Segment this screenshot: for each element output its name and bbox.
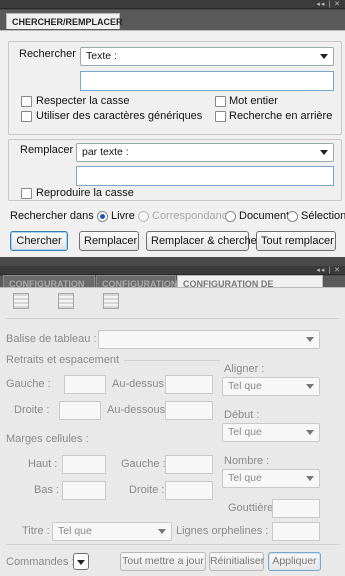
table-icon[interactable] (13, 293, 29, 309)
whole-word-label: Mot entier (229, 95, 278, 107)
chevron-down-icon (320, 150, 328, 155)
table-column-icon[interactable] (103, 293, 119, 309)
above-input[interactable] (165, 375, 213, 394)
table-config-panel: Balise de tableau : Retraits et espaceme… (0, 287, 345, 576)
scope-label: Rechercher dans : (10, 210, 100, 222)
below-input[interactable] (165, 401, 213, 420)
title-label: Titre : (22, 525, 50, 537)
divider (6, 318, 339, 319)
below-label: Au-dessous : (107, 404, 172, 416)
divider (6, 544, 339, 545)
replace-input[interactable] (76, 166, 334, 186)
above-label: Au-dessus : (112, 378, 171, 390)
scope-selection-radio[interactable] (287, 211, 298, 222)
chevron-down-icon (77, 560, 85, 565)
scope-book-label: Livre (111, 210, 135, 222)
keep-case-label: Reproduire la casse (36, 187, 134, 199)
cell-right-label: Droite : (129, 484, 165, 496)
tab-row: CHERCHER/REMPLACER (0, 10, 345, 31)
find-replace-panel: Rechercher Texte : Respecter la casse Mo… (0, 30, 345, 257)
replace-mode-select[interactable]: par texte : (76, 143, 334, 162)
reset-button[interactable]: Réinitialiser (209, 552, 264, 571)
right-label: Droite : (14, 404, 50, 416)
gutter-input[interactable] (272, 499, 320, 518)
cell-left-input[interactable] (165, 455, 213, 474)
cell-left-label: Gauche : (121, 458, 166, 470)
match-case-label: Respecter la casse (36, 95, 130, 107)
find-input[interactable] (80, 71, 334, 91)
table-tag-select[interactable] (98, 330, 320, 349)
find-label: Rechercher (19, 48, 76, 60)
cell-margins-header: Marges cellules : (6, 433, 89, 445)
chevron-down-icon (306, 384, 314, 389)
start-select[interactable]: Tel que (222, 423, 320, 442)
top-label: Haut : (28, 458, 58, 470)
chevron-down-icon (306, 337, 314, 342)
search-backward-label: Recherche en arrière (229, 110, 333, 122)
number-label: Nombre : (224, 455, 270, 467)
replace-button[interactable]: Remplacer (79, 231, 139, 251)
start-value: Tel que (228, 426, 262, 438)
panel-titlebar[interactable]: ◂◂ | ✕ (0, 0, 345, 9)
scope-correspondence-radio[interactable] (138, 211, 149, 222)
update-all-button[interactable]: Tout mettre a jour (120, 552, 206, 571)
wildcards-label: Utiliser des caractères génériques (36, 110, 203, 122)
table-row-icon[interactable] (58, 293, 74, 309)
chevron-down-icon (320, 54, 328, 59)
indent-spacing-header: Retraits et espacement (6, 354, 120, 366)
title-select[interactable]: Tel que (52, 522, 172, 541)
wildcards-checkbox[interactable] (21, 111, 32, 122)
start-label: Début : (224, 409, 260, 421)
align-value: Tel que (228, 380, 262, 392)
orphans-label: Lignes orphelines : (176, 525, 269, 537)
table-tag-label: Balise de tableau : (6, 333, 97, 345)
chevron-down-icon (306, 430, 314, 435)
find-mode-select[interactable]: Texte : (80, 47, 334, 66)
chevron-down-icon (158, 529, 166, 534)
scope-selection-label: Sélection (301, 210, 345, 222)
commands-label: Commandes : (6, 556, 75, 568)
replace-label: Remplacer (20, 144, 74, 156)
number-select[interactable]: Tel que (222, 469, 320, 488)
align-select[interactable]: Tel que (222, 377, 320, 396)
replace-mode-value: par texte : (82, 146, 129, 158)
top-input[interactable] (62, 455, 106, 474)
number-value: Tel que (228, 472, 262, 484)
keep-case-checkbox[interactable] (21, 188, 32, 199)
chevron-down-icon (306, 476, 314, 481)
whole-word-checkbox[interactable] (215, 96, 226, 107)
panel-controls[interactable]: ◂◂ | ✕ (316, 0, 341, 9)
bottom-input[interactable] (62, 481, 106, 500)
commands-menu-button[interactable] (73, 553, 89, 570)
left-label: Gauche : (6, 378, 51, 390)
apply-button[interactable]: Appliquer (268, 552, 321, 571)
find-button[interactable]: Chercher (10, 231, 68, 251)
divider (124, 360, 220, 361)
bottom-label: Bas : (34, 484, 60, 496)
title-value: Tel que (58, 525, 92, 537)
replace-all-button[interactable]: Tout remplacer (256, 231, 336, 251)
match-case-checkbox[interactable] (21, 96, 32, 107)
left-input[interactable] (64, 375, 106, 394)
scope-book-radio[interactable] (97, 211, 108, 222)
cell-right-input[interactable] (165, 481, 213, 500)
scope-document-label: Document (239, 210, 290, 222)
replace-and-find-button[interactable]: Remplacer & chercher (146, 231, 260, 251)
search-backward-checkbox[interactable] (215, 111, 226, 122)
tab-chercher-remplacer[interactable]: CHERCHER/REMPLACER (6, 13, 123, 29)
scope-correspondence-label: Correspondance (152, 210, 234, 222)
scope-document-radio[interactable] (225, 211, 236, 222)
orphans-input[interactable] (272, 522, 320, 541)
find-mode-value: Texte : (86, 50, 117, 62)
right-input[interactable] (59, 401, 101, 420)
align-label: Aligner : (224, 363, 265, 375)
